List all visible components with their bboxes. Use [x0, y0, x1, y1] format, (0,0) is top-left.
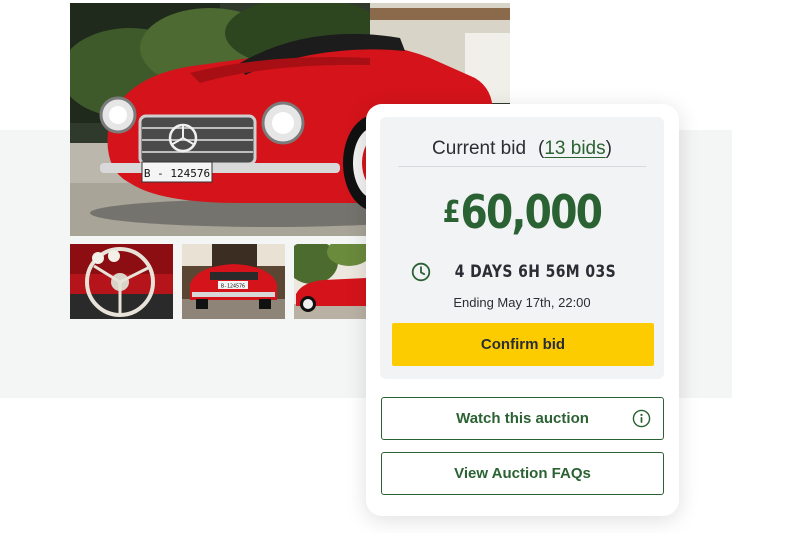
auction-countdown: 4 DAYS 6H 56M 03S [380, 262, 664, 282]
current-bid-amount: £60,000 [401, 185, 642, 239]
countdown-text: 4 DAYS 6H 56M 03S [454, 262, 616, 282]
watch-auction-button[interactable]: Watch this auction [381, 397, 664, 440]
car-side-thumbnail [294, 244, 366, 319]
thumbnail-rear[interactable]: B-124576 [182, 244, 285, 319]
thumbnail-interior[interactable] [70, 244, 173, 319]
currency-symbol: £ [442, 195, 461, 230]
confirm-bid-button[interactable]: Confirm bid [392, 323, 654, 366]
watch-auction-label: Watch this auction [456, 410, 589, 427]
thumbnail-side[interactable] [294, 244, 366, 319]
clock-icon [411, 262, 430, 282]
rear-plate-text: B-124576 [221, 284, 245, 290]
paren-close: ) [605, 137, 612, 159]
auction-end-time: Ending May 17th, 22:00 [453, 295, 591, 310]
license-plate-text: B - 124576 [144, 167, 210, 180]
bid-card: Current bid ( 13 bids ) £60,000 4 DAYS 6… [366, 104, 679, 516]
current-bid-header: Current bid ( 13 bids ) [398, 131, 646, 167]
info-icon[interactable] [632, 409, 651, 428]
bid-amount-value: 60,000 [460, 185, 603, 239]
car-interior-thumbnail [70, 244, 173, 319]
car-rear-thumbnail: B-124576 [182, 244, 285, 319]
view-auction-faqs-button[interactable]: View Auction FAQs [381, 452, 664, 495]
bids-count-link[interactable]: 13 bids [544, 138, 605, 160]
current-bid-label: Current bid [432, 137, 527, 159]
current-bid-panel: Current bid ( 13 bids ) £60,000 4 DAYS 6… [380, 117, 664, 379]
